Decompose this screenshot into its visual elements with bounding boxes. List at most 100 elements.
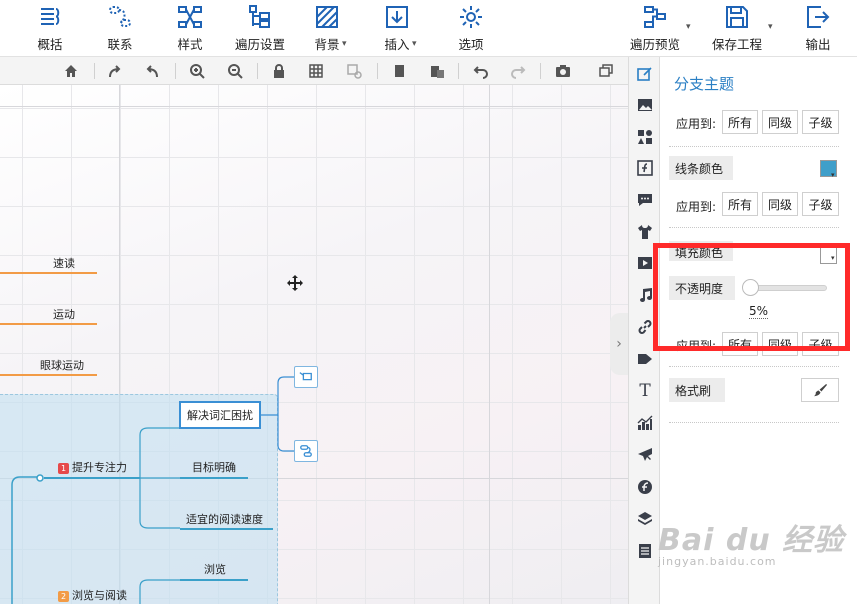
style-label: 样式 <box>177 37 203 52</box>
music-icon[interactable] <box>636 286 654 304</box>
redo-branch-icon[interactable] <box>106 62 124 80</box>
apply-all-button-1[interactable]: 所有 <box>722 110 758 134</box>
traverse-label: 遍历设置 <box>235 37 286 52</box>
apply-all-button-2[interactable]: 所有 <box>722 192 758 216</box>
layers-icon[interactable] <box>636 510 654 528</box>
apply-child-level-button-3[interactable]: 子级 <box>802 332 839 356</box>
save-project-label: 保存工程 <box>712 37 763 52</box>
mindmap-canvas[interactable]: 速读 运动 眼球运动 1 提升专注力 解决词汇困扰 目标明确 适宜的阅读速度 浏览… <box>0 85 628 604</box>
options-button[interactable]: 选项 <box>458 4 484 54</box>
camera-icon[interactable] <box>554 62 572 80</box>
relation-link-icon <box>300 445 312 457</box>
outline-label: 概括 <box>37 37 63 52</box>
main-toolbar: 概括 联系 样式 遍历设置 背景 ▾ 插入 ▾ 选项 遍历预览 ▾ 保存工程 ▾… <box>0 0 857 57</box>
apply-child-level-button-2[interactable]: 子级 <box>802 192 839 216</box>
fill-color-dropdown-icon: ▾ <box>831 254 835 262</box>
paste-icon[interactable] <box>428 62 446 80</box>
traverse-preview-label: 遍历预览 <box>630 37 681 52</box>
video-icon[interactable] <box>636 254 654 272</box>
brush-icon <box>813 383 827 396</box>
add-relation-button[interactable] <box>294 440 318 462</box>
insert-dropdown-icon: ▾ <box>412 39 417 49</box>
traverse-preview-icon <box>644 6 666 28</box>
node-browse-read[interactable]: 2 浏览与阅读 <box>58 587 127 603</box>
flash-icon[interactable] <box>636 478 654 496</box>
comment-icon[interactable] <box>636 191 654 209</box>
node-improve-focus-label: 提升专注力 <box>72 461 127 474</box>
options-label: 选项 <box>458 37 484 52</box>
priority-badge-1: 1 <box>58 463 69 474</box>
node-clear-goal[interactable]: 目标明确 <box>192 459 236 475</box>
node-resolve-vocab-label: 解决词汇困扰 <box>187 409 253 422</box>
node-browse[interactable]: 浏览 <box>204 561 226 577</box>
export-icon <box>807 6 830 28</box>
edit-style-icon[interactable] <box>636 65 654 83</box>
relation-icon <box>109 6 131 27</box>
canvas-toolbar <box>0 57 628 85</box>
apply-same-level-button-2[interactable]: 同级 <box>762 192 798 216</box>
tag-icon[interactable] <box>636 350 654 368</box>
apply-same-level-button-1[interactable]: 同级 <box>762 110 798 134</box>
redo-icon[interactable] <box>509 62 527 80</box>
apply-to-label-2: 应用到: <box>676 200 717 214</box>
node-resolve-vocab-selected[interactable]: 解决词汇困扰 <box>179 401 261 429</box>
relation-button[interactable]: 联系 <box>107 4 133 54</box>
image-icon[interactable] <box>636 96 654 114</box>
opacity-value: 5% <box>749 304 769 319</box>
node-improve-focus[interactable]: 1 提升专注力 <box>58 459 127 475</box>
watermark-brand: Bai du 经验 <box>658 523 845 558</box>
line-color-label: 线条颜色 <box>669 156 733 180</box>
apply-to-label-3: 应用到: <box>676 339 717 353</box>
insert-button[interactable]: 插入 ▾ <box>384 4 417 54</box>
notes-icon[interactable] <box>636 542 654 560</box>
save-project-button[interactable]: 保存工程 ▾ <box>712 4 773 54</box>
zoom-out-icon[interactable] <box>226 62 244 80</box>
background-button[interactable]: 背景 ▾ <box>314 4 347 54</box>
traverse-preview-button[interactable]: 遍历预览 ▾ <box>630 4 691 54</box>
lock-icon[interactable] <box>270 62 288 80</box>
outline-button[interactable]: 概括 <box>37 4 63 54</box>
grid-icon[interactable] <box>307 62 325 80</box>
link-icon[interactable] <box>636 318 654 336</box>
style-button[interactable]: 样式 <box>177 4 203 54</box>
panel-tabs-strip: T <box>628 57 660 604</box>
save-icon <box>726 6 748 28</box>
apply-all-button-3[interactable]: 所有 <box>722 332 758 356</box>
watermark: Bai du 经验 jingyan.baidu.com <box>658 515 845 568</box>
copy-icon[interactable] <box>390 62 408 80</box>
outline-icon <box>41 8 60 25</box>
window-icon[interactable] <box>597 62 615 80</box>
node-proper-speed[interactable]: 适宜的阅读速度 <box>186 511 263 527</box>
apply-child-level-button-1[interactable]: 子级 <box>802 110 839 134</box>
opacity-slider-track[interactable] <box>747 285 827 291</box>
background-label: 背景 <box>314 37 340 52</box>
collapse-panel-button[interactable]: › <box>610 313 628 375</box>
chart-icon[interactable] <box>636 414 654 432</box>
grid-settings-icon[interactable] <box>345 62 363 80</box>
format-painter-label: 格式刷 <box>669 378 725 402</box>
add-callout-button[interactable] <box>294 366 318 388</box>
zoom-in-icon[interactable] <box>188 62 206 80</box>
undo-branch-icon[interactable] <box>143 62 161 80</box>
tshirt-theme-icon[interactable] <box>636 223 654 241</box>
shapes-icon[interactable] <box>636 128 654 146</box>
branch-connectors <box>11 376 294 604</box>
opacity-slider-handle[interactable] <box>742 279 759 296</box>
format-painter-button[interactable] <box>801 378 839 402</box>
fill-color-label: 填充颜色 <box>669 241 733 261</box>
line-color-dropdown-icon: ▾ <box>831 171 835 179</box>
apply-same-level-button-3[interactable]: 同级 <box>762 332 798 356</box>
home-icon[interactable] <box>62 62 80 80</box>
traverse-settings-button[interactable]: 遍历设置 <box>235 4 285 54</box>
export-label: 输出 <box>805 37 831 52</box>
panel-title: 分支主题 <box>674 75 735 93</box>
node-browse-read-label: 浏览与阅读 <box>72 589 127 602</box>
undo-icon[interactable] <box>472 62 490 80</box>
chevron-right-icon: › <box>616 336 622 352</box>
airplane-icon[interactable] <box>636 446 654 464</box>
export-button[interactable]: 输出 <box>805 4 831 54</box>
formula-icon[interactable] <box>636 159 654 177</box>
text-icon[interactable]: T <box>636 381 654 401</box>
insert-icon <box>386 6 408 28</box>
insert-label: 插入 <box>384 37 410 52</box>
